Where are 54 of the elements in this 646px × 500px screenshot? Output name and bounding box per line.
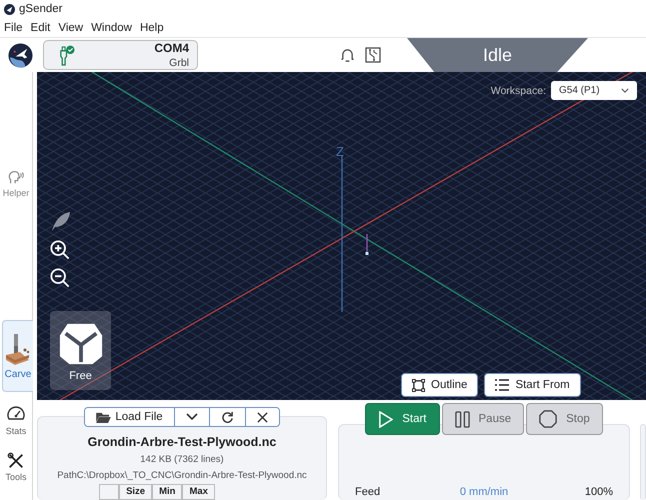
- outline-square-icon: [412, 378, 425, 392]
- app-logo-icon: [4, 4, 15, 14]
- visualizer-action-button[interactable]: Start From: [484, 373, 581, 397]
- circuit-board-icon[interactable]: [365, 47, 381, 63]
- table-header: [99, 484, 120, 500]
- menu-item[interactable]: Edit: [30, 22, 50, 34]
- table-header: Min: [152, 484, 182, 500]
- file-size: 142 KB (7362 lines): [140, 454, 224, 465]
- job-control-button[interactable]: Start: [365, 403, 440, 435]
- table-header: Max: [182, 484, 215, 500]
- firmware-name: Grbl: [169, 57, 189, 69]
- chevron-down-icon: [186, 413, 198, 421]
- tools-icon: [6, 452, 25, 470]
- zoom-in-icon[interactable]: [50, 240, 70, 260]
- close-icon: [256, 412, 268, 422]
- stop-octagon-icon: [539, 410, 558, 428]
- sidebar-tab[interactable]: Stats: [6, 404, 26, 436]
- sidebar-tab[interactable]: Tools: [5, 452, 26, 482]
- menu-item[interactable]: View: [58, 22, 84, 34]
- list-icon: [495, 379, 510, 391]
- workspace-select[interactable]: G54 (P1): [551, 81, 637, 100]
- visualizer-action-button[interactable]: Outline: [401, 373, 478, 397]
- menu-item[interactable]: File: [4, 22, 23, 34]
- menu-item[interactable]: Help: [140, 22, 164, 34]
- window-title: gSender: [19, 3, 62, 15]
- globe-logo-icon: [8, 42, 33, 68]
- pause-icon: [454, 410, 470, 428]
- override-value: 0 mm/min: [458, 486, 510, 500]
- chevron-down-icon: [621, 88, 629, 93]
- port-name: COM4: [154, 41, 189, 55]
- speaking-head-icon: [6, 168, 25, 186]
- table-header: Size: [119, 484, 152, 500]
- menu-item[interactable]: Window: [91, 22, 132, 34]
- tool-position-marker: [366, 234, 368, 255]
- sidebar-tab[interactable]: Carve: [2, 320, 33, 392]
- bell-icon[interactable]: [340, 48, 355, 62]
- file-name: Grondin-Arbre-Test-Plywood.nc: [88, 435, 276, 449]
- reload-icon: [220, 410, 234, 424]
- play-icon: [378, 410, 394, 428]
- machine-status: Idle: [407, 38, 588, 72]
- visualizer-canvas[interactable]: Z Workspace: G54 (P1) Free Outline Start From: [37, 72, 646, 400]
- zoom-out-icon[interactable]: [50, 268, 70, 288]
- sidebar-tab[interactable]: Helper: [2, 168, 30, 198]
- feather-icon[interactable]: [50, 210, 72, 232]
- folder-icon: [96, 412, 112, 422]
- file-path: PathC:\Dropbox\_TO_CNC\Grondin-Arbre-Test-Plywood.nc: [57, 470, 307, 481]
- workspace-label: Workspace:: [490, 84, 546, 96]
- override-label: Feed: [355, 486, 382, 500]
- override-percent: 100%: [584, 486, 613, 500]
- axis-label: Z: [336, 144, 344, 159]
- camera-mode-button[interactable]: Free: [50, 311, 111, 390]
- end-mill-wood-icon: [4, 332, 32, 366]
- connection-panel[interactable]: COM4 Grbl: [43, 40, 198, 70]
- file-toolbar-button[interactable]: [244, 408, 279, 426]
